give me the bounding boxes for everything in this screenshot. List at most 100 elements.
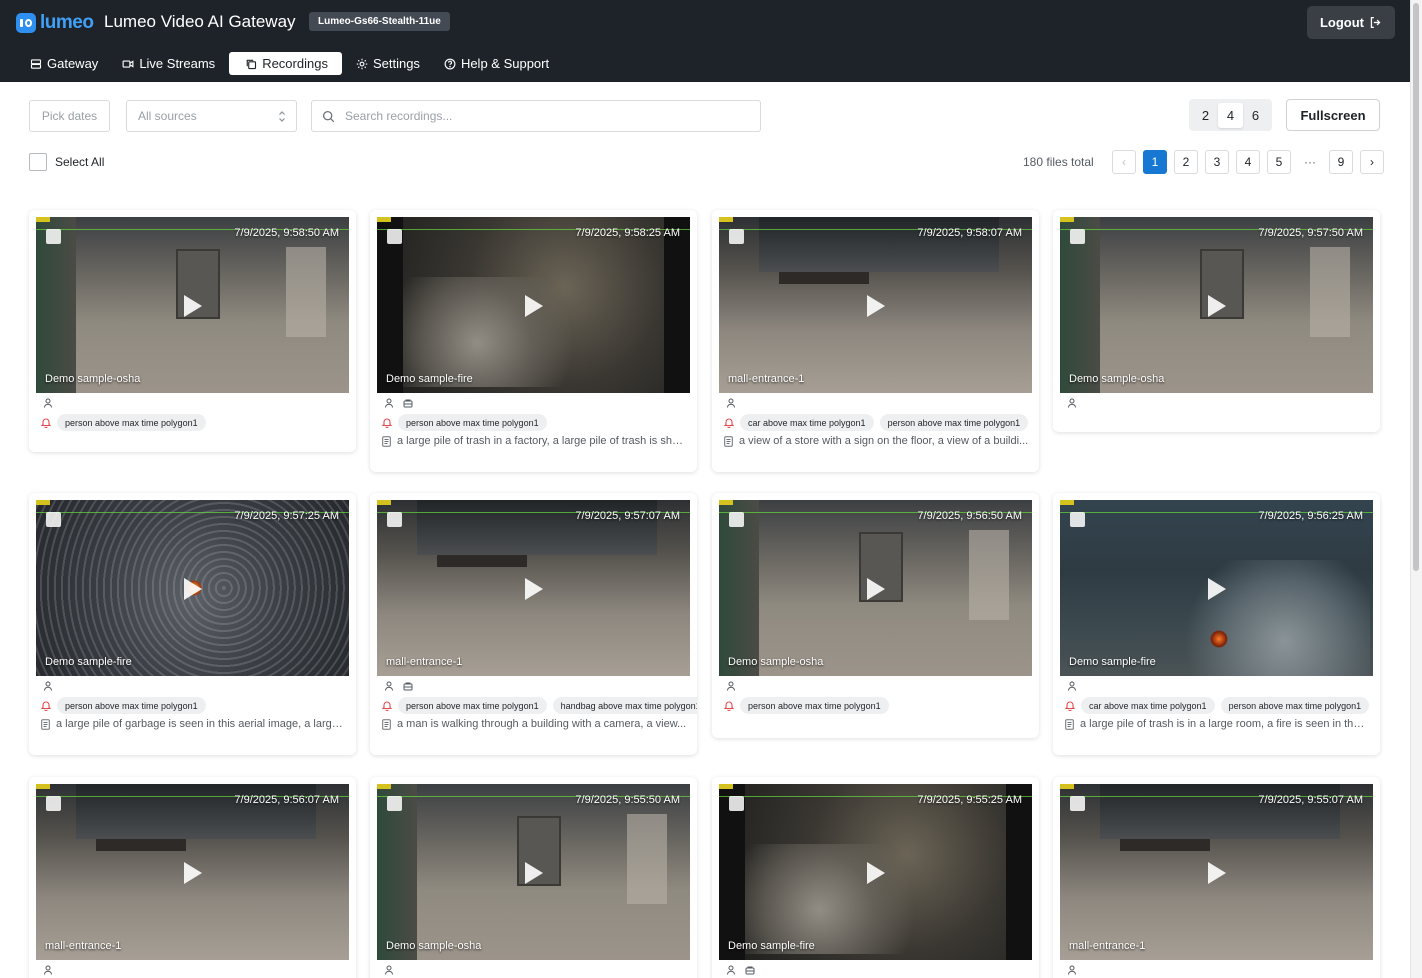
alert-chip[interactable]: person above max time polygon1 [740, 697, 889, 714]
play-icon[interactable] [867, 295, 885, 317]
select-checkbox[interactable] [387, 229, 402, 244]
play-icon[interactable] [1208, 295, 1226, 317]
prev-page-button[interactable]: ‹ [1112, 150, 1136, 174]
select-checkbox[interactable] [1070, 512, 1085, 527]
main-nav: Gateway Live Streams Recordings Settings… [20, 52, 559, 75]
select-all-checkbox[interactable] [29, 153, 47, 171]
zone-tag [719, 784, 733, 789]
recording-thumbnail[interactable]: 7/9/2025, 9:56:07 AM mall-entrance-1 [36, 784, 349, 960]
play-icon[interactable] [1208, 862, 1226, 884]
grid-size-toggle: 2 4 6 [1189, 99, 1272, 131]
top-bar: lumeo Lumeo Video AI Gateway Lumeo-Gs66-… [0, 0, 1410, 82]
recording-card[interactable]: 7/9/2025, 9:57:50 AM Demo sample-osha [1053, 210, 1380, 432]
recording-thumbnail[interactable]: 7/9/2025, 9:58:07 AM mall-entrance-1 [719, 217, 1032, 393]
alert-chip[interactable]: person above max time polygon1 [879, 414, 1029, 431]
date-picker[interactable]: Pick dates [29, 100, 110, 132]
select-checkbox[interactable] [1070, 796, 1085, 811]
alert-chip[interactable]: car above max time polygon1 [1081, 697, 1215, 714]
search-box[interactable] [311, 100, 761, 132]
play-icon[interactable] [525, 862, 543, 884]
alert-chip[interactable]: person above max time polygon1 [1220, 697, 1370, 714]
logout-button[interactable]: Logout [1307, 6, 1395, 39]
recording-summary: a man is walking through a building with… [397, 718, 687, 730]
recording-card[interactable]: 7/9/2025, 9:55:25 AM Demo sample-fire [712, 777, 1039, 978]
alert-chip[interactable]: person above max time polygon1 [57, 414, 206, 431]
fullscreen-button[interactable]: Fullscreen [1286, 99, 1380, 131]
summary-row: a view of a store with a sign on the flo… [724, 435, 1029, 447]
play-icon[interactable] [867, 862, 885, 884]
recording-thumbnail[interactable]: 7/9/2025, 9:55:25 AM Demo sample-fire [719, 784, 1032, 960]
document-icon [724, 435, 733, 447]
recording-thumbnail[interactable]: 7/9/2025, 9:57:25 AM Demo sample-fire [36, 500, 349, 676]
object-icons [384, 681, 413, 691]
play-icon[interactable] [525, 578, 543, 600]
recording-source: Demo sample-fire [1069, 656, 1156, 668]
alert-chip[interactable]: handbag above max time polygon1 [552, 697, 697, 714]
recording-card[interactable]: 7/9/2025, 9:58:50 AM Demo sample-osha pers… [29, 210, 356, 452]
recording-card[interactable]: 7/9/2025, 9:56:50 AM Demo sample-osha pers… [712, 493, 1039, 738]
page-button[interactable]: 2 [1174, 150, 1198, 174]
play-icon[interactable] [184, 862, 202, 884]
play-icon[interactable] [867, 578, 885, 600]
zone-tag [36, 500, 50, 505]
recording-card[interactable]: 7/9/2025, 9:58:25 AM Demo sample-fire pers… [370, 210, 697, 472]
nav-gateway[interactable]: Gateway [20, 52, 108, 75]
play-icon[interactable] [184, 295, 202, 317]
alert-chip[interactable]: person above max time polygon1 [57, 697, 206, 714]
page-button[interactable]: 4 [1236, 150, 1260, 174]
play-icon[interactable] [1208, 578, 1226, 600]
nav-settings[interactable]: Settings [346, 52, 430, 75]
nav-help-support[interactable]: Help & Support [434, 52, 559, 75]
select-checkbox[interactable] [387, 796, 402, 811]
select-checkbox[interactable] [1070, 229, 1085, 244]
recording-card[interactable]: 7/9/2025, 9:56:07 AM mall-entrance-1 [29, 777, 356, 978]
source-select[interactable]: All sources [126, 100, 297, 132]
select-all[interactable]: Select All [29, 153, 104, 171]
alert-chip[interactable]: person above max time polygon1 [398, 697, 547, 714]
recording-thumbnail[interactable]: 7/9/2025, 9:55:50 AM Demo sample-osha [377, 784, 690, 960]
zone-tag [377, 217, 391, 222]
alert-row: car above max time polygon1 person above … [1065, 697, 1370, 714]
play-icon[interactable] [184, 578, 202, 600]
logout-label: Logout [1319, 15, 1365, 30]
scrollbar-thumb[interactable] [1413, 3, 1419, 571]
play-icon[interactable] [525, 295, 543, 317]
recording-thumbnail[interactable]: 7/9/2025, 9:57:07 AM mall-entrance-1 [377, 500, 690, 676]
recording-card[interactable]: 7/9/2025, 9:58:07 AM mall-entrance-1 car a… [712, 210, 1039, 472]
nav-recordings[interactable]: Recordings [229, 52, 342, 75]
grid-option-6[interactable]: 6 [1243, 103, 1268, 128]
recording-card[interactable]: 7/9/2025, 9:55:50 AM Demo sample-osha [370, 777, 697, 978]
recording-thumbnail[interactable]: 7/9/2025, 9:55:07 AM mall-entrance-1 [1060, 784, 1373, 960]
recording-thumbnail[interactable]: 7/9/2025, 9:58:25 AM Demo sample-fire [377, 217, 690, 393]
recording-thumbnail[interactable]: 7/9/2025, 9:57:50 AM Demo sample-osha [1060, 217, 1373, 393]
next-page-button[interactable]: › [1360, 150, 1384, 174]
lumeo-logo[interactable]: lumeo [16, 12, 94, 34]
select-checkbox[interactable] [46, 229, 61, 244]
page-button[interactable]: 3 [1205, 150, 1229, 174]
alert-chip[interactable]: car above max time polygon1 [740, 414, 874, 431]
recording-time: 7/9/2025, 9:57:25 AM [234, 510, 339, 522]
page-button[interactable]: 5 [1267, 150, 1291, 174]
alert-chip[interactable]: person above max time polygon1 [398, 414, 547, 431]
recording-thumbnail[interactable]: 7/9/2025, 9:58:50 AM Demo sample-osha [36, 217, 349, 393]
nav-live-streams[interactable]: Live Streams [112, 52, 225, 75]
recording-card[interactable]: 7/9/2025, 9:55:07 AM mall-entrance-1 [1053, 777, 1380, 978]
recording-thumbnail[interactable]: 7/9/2025, 9:56:25 AM Demo sample-fire [1060, 500, 1373, 676]
video-icon [122, 59, 134, 68]
select-checkbox[interactable] [46, 512, 61, 527]
page-button[interactable]: 1 [1143, 150, 1167, 174]
page-button-last[interactable]: 9 [1329, 150, 1353, 174]
grid-option-4[interactable]: 4 [1218, 102, 1243, 128]
select-checkbox[interactable] [387, 512, 402, 527]
select-checkbox[interactable] [729, 512, 744, 527]
select-checkbox[interactable] [729, 796, 744, 811]
select-checkbox[interactable] [729, 229, 744, 244]
recording-card[interactable]: 7/9/2025, 9:57:07 AM mall-entrance-1 perso… [370, 493, 697, 755]
recording-card[interactable]: 7/9/2025, 9:57:25 AM Demo sample-fire pers… [29, 493, 356, 755]
recording-thumbnail[interactable]: 7/9/2025, 9:56:50 AM Demo sample-osha [719, 500, 1032, 676]
zone-tag [719, 500, 733, 505]
recording-card[interactable]: 7/9/2025, 9:56:25 AM Demo sample-fire car … [1053, 493, 1380, 755]
select-checkbox[interactable] [46, 796, 61, 811]
grid-option-2[interactable]: 2 [1193, 103, 1218, 128]
search-input[interactable] [345, 109, 725, 123]
